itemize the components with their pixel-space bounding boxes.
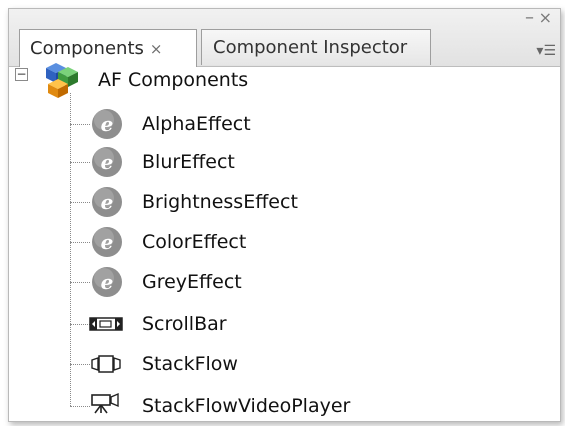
svg-text:e: e (101, 150, 114, 174)
svg-text:e: e (101, 190, 114, 214)
effect-icon: e (92, 109, 122, 139)
tree-item-label: AlphaEffect (142, 113, 251, 135)
tree-item-label: GreyEffect (142, 271, 242, 293)
effect-icon: e (92, 227, 122, 257)
tree-root-label[interactable]: AF Components (98, 68, 248, 92)
tree-item-coloreffect[interactable]: e ColorEffect (70, 223, 470, 261)
tree-connector (70, 124, 90, 125)
tree-item-label: BlurEffect (142, 151, 235, 173)
tree-connector (70, 242, 90, 243)
svg-text:e: e (101, 270, 114, 294)
tree-item-label: ScrollBar (142, 313, 227, 335)
tree-connector (70, 202, 90, 203)
tree-item-label: ColorEffect (142, 231, 247, 253)
tree-item-stackflowvideoplayer[interactable]: StackFlowVideoPlayer (70, 387, 470, 425)
effect-icon: e (92, 187, 122, 217)
tree-item-label: StackFlowVideoPlayer (142, 395, 351, 417)
effect-icon: e (92, 267, 122, 297)
tree-connector (70, 364, 90, 365)
tree-item-blureffect[interactable]: e BlurEffect (70, 143, 470, 181)
tab-close-icon[interactable]: × (150, 40, 163, 58)
stackflow-icon (91, 355, 121, 373)
tree-connector (70, 282, 90, 283)
tab-component-inspector[interactable]: Component Inspector (201, 29, 431, 65)
collapse-expander-icon[interactable]: − (15, 68, 28, 81)
close-icon[interactable]: × (539, 9, 552, 27)
tree-connector (70, 324, 90, 325)
svg-text:e: e (101, 112, 114, 136)
minimize-icon[interactable]: – (525, 9, 534, 28)
tree-connector (70, 406, 90, 407)
tree-item-scrollbar[interactable]: ScrollBar (70, 305, 470, 343)
video-player-icon (91, 392, 119, 414)
tree-item-label: StackFlow (142, 353, 238, 375)
tab-bar: Components × Component Inspector – × ▾☰ (9, 9, 560, 67)
tree-connector (70, 162, 90, 163)
cubes-icon (46, 63, 78, 98)
tree-item-brightnesseffect[interactable]: e BrightnessEffect (70, 183, 470, 221)
tree-item-stackflow[interactable]: StackFlow (70, 345, 470, 383)
panel-menu-icon[interactable]: ▾☰ (536, 43, 556, 59)
svg-text:e: e (101, 230, 114, 254)
tab-inspector-label: Component Inspector (213, 37, 408, 58)
tree-item-greyeffect[interactable]: e GreyEffect (70, 263, 470, 301)
tab-components-label: Components (30, 38, 144, 59)
tree-item-label: BrightnessEffect (142, 191, 298, 213)
effect-icon: e (92, 147, 122, 177)
scrollbar-icon (89, 317, 123, 331)
tree-item-alphaeffect[interactable]: e AlphaEffect (70, 105, 470, 143)
